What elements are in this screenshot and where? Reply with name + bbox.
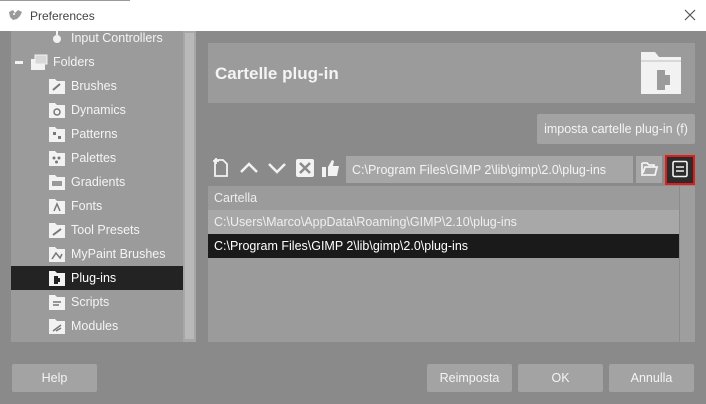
collapse-expander-icon[interactable] <box>15 61 23 64</box>
sidebar-item-label: Scripts <box>71 295 110 309</box>
thumbs-up-icon <box>320 157 342 182</box>
sidebar-item-label: Brushes <box>71 79 117 93</box>
apply-path-button[interactable] <box>318 156 344 182</box>
sidebar-item-label: Input Controllers <box>71 31 163 45</box>
chevron-up-icon <box>238 157 260 182</box>
sidebar-item-label: Dynamics <box>71 103 126 117</box>
ok-button[interactable]: OK <box>518 364 603 392</box>
input-controllers-icon <box>47 31 67 48</box>
window-title: Preferences <box>30 9 95 23</box>
modules-folder-icon <box>47 316 67 336</box>
fonts-folder-icon <box>47 196 67 216</box>
scripts-folder-icon <box>47 292 67 312</box>
gradients-folder-icon <box>47 172 67 192</box>
gimp-app-icon <box>8 9 24 22</box>
sidebar-item-label: Gradients <box>71 175 126 189</box>
sidebar-item-brushes[interactable]: Brushes <box>47 74 117 98</box>
title-accent-line <box>0 0 130 1</box>
chevron-down-icon <box>266 157 288 182</box>
writable-folder-toggle-button[interactable] <box>665 155 695 185</box>
browse-folder-button[interactable] <box>636 156 662 183</box>
sidebar-item-label: Modules <box>71 319 119 333</box>
sidebar-item-gradients[interactable]: Gradients <box>47 170 125 194</box>
sidebar-item-tool-presets[interactable]: Tool Presets <box>47 218 140 242</box>
open-folder-icon <box>639 158 659 181</box>
sidebar-item-label: Folders <box>53 55 95 69</box>
sidebar-item-input-controllers[interactable]: Input Controllers <box>47 31 163 50</box>
reset-button[interactable]: Reimposta <box>427 364 512 392</box>
patterns-folder-icon <box>47 124 67 144</box>
plugins-folder-icon <box>47 268 67 288</box>
mypaint-brushes-folder-icon <box>47 244 67 264</box>
sidebar-item-modules[interactable]: Modules <box>47 314 118 338</box>
sidebar-item-scripts[interactable]: Scripts <box>47 290 109 314</box>
folders-icon <box>29 52 49 72</box>
sidebar-item-label: MyPaint Brushes <box>71 247 166 261</box>
delete-x-icon <box>294 157 316 182</box>
folder-toolbar <box>208 155 695 185</box>
sidebar-item-fonts[interactable]: Fonts <box>47 194 102 218</box>
sidebar-item-label: Palettes <box>71 151 117 165</box>
delete-folder-button[interactable] <box>292 156 318 182</box>
sidebar-scrollbar-thumb[interactable] <box>185 33 194 339</box>
page-title: Cartelle plug-in <box>215 64 339 83</box>
sidebar-item-plugins[interactable]: Plug-ins <box>11 266 183 290</box>
set-plugin-folders-button[interactable]: imposta cartelle plug-in (f) <box>537 114 695 144</box>
close-icon[interactable] <box>683 8 697 22</box>
sidebar-item-label: Plug-ins <box>71 271 117 285</box>
tool-presets-folder-icon <box>47 220 67 240</box>
sidebar-scrollbar[interactable] <box>183 31 196 342</box>
sidebar-item-label: Patterns <box>71 127 118 141</box>
preferences-sidebar: Input Controllers Folders Brushes Dynami… <box>11 31 196 342</box>
plugin-folder-list: Cartella C:\Users\Marco\AppData\Roaming\… <box>208 186 695 342</box>
palettes-folder-icon <box>47 148 67 168</box>
move-down-button[interactable] <box>264 156 290 182</box>
list-item-selected[interactable]: C:\Program Files\GIMP 2\lib\gimp\2.0\plu… <box>208 234 679 258</box>
list-column-header[interactable]: Cartella <box>208 186 679 210</box>
sidebar-item-palettes[interactable]: Palettes <box>47 146 116 170</box>
new-document-icon <box>210 157 232 182</box>
dynamics-folder-icon <box>47 100 67 120</box>
sidebar-item-label: Tool Presets <box>71 223 140 237</box>
archive-box-icon <box>671 160 689 181</box>
title-bar: Preferences <box>0 0 706 31</box>
plugin-folder-large-icon <box>639 48 683 99</box>
sidebar-item-folders[interactable]: Folders <box>29 50 95 74</box>
list-scrollbar[interactable] <box>679 186 695 342</box>
folder-path-input[interactable] <box>346 156 633 183</box>
new-folder-button[interactable] <box>208 156 234 182</box>
cancel-button[interactable]: Annulla <box>609 364 694 392</box>
sidebar-item-dynamics[interactable]: Dynamics <box>47 98 126 122</box>
sidebar-item-mypaint-brushes[interactable]: MyPaint Brushes <box>47 242 165 266</box>
list-item[interactable]: C:\Users\Marco\AppData\Roaming\GIMP\2.10… <box>208 210 679 234</box>
sidebar-item-label: Fonts <box>71 199 103 213</box>
brushes-folder-icon <box>47 76 67 96</box>
move-up-button[interactable] <box>236 156 262 182</box>
help-button[interactable]: Help <box>12 364 97 392</box>
sidebar-item-patterns[interactable]: Patterns <box>47 122 118 146</box>
page-header: Cartelle plug-in <box>208 43 695 103</box>
